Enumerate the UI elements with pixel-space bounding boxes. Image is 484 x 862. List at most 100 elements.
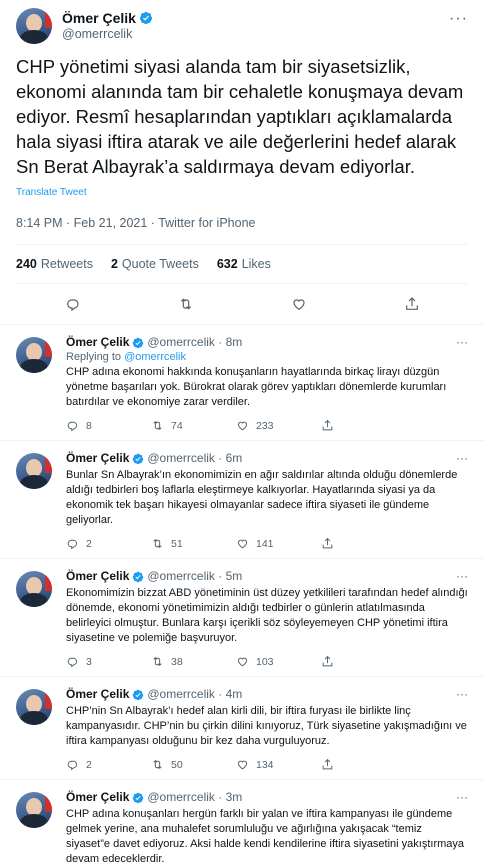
more-icon[interactable]: ··· xyxy=(456,335,468,350)
reply-handle-time[interactable]: @omerrcelik · 8m xyxy=(147,335,242,350)
reply-header: Ömer Çelik @omerrcelik · 6m ··· xyxy=(66,451,468,466)
reply-author-name[interactable]: Ömer Çelik xyxy=(66,451,129,466)
tweet-text: CHP yönetimi siyasi alanda tam bir siyas… xyxy=(16,56,464,177)
reply-actions: 3 38 103 xyxy=(66,655,468,668)
reply-action[interactable]: 2 xyxy=(66,537,151,550)
like-icon xyxy=(236,419,249,432)
avatar[interactable] xyxy=(16,337,52,373)
reply-count: 2 xyxy=(86,758,92,771)
replying-to: Replying to @omerrcelik xyxy=(66,351,468,363)
reply-count: 2 xyxy=(86,537,92,550)
reply-handle-time[interactable]: @omerrcelik · 3m xyxy=(147,790,242,805)
more-icon[interactable]: ··· xyxy=(449,10,468,28)
reply-icon xyxy=(66,537,79,550)
tweet-meta[interactable]: 8:14 PM · Feb 21, 2021 · Twitter for iPh… xyxy=(16,216,468,245)
author-block[interactable]: Ömer Çelik @omerrcelik xyxy=(62,10,153,42)
reply-icon[interactable] xyxy=(65,296,81,312)
reply-body: Ömer Çelik @omerrcelik · 4m ··· CHP’nin … xyxy=(66,687,468,771)
like-action[interactable]: 134 xyxy=(236,758,321,771)
like-icon xyxy=(236,758,249,771)
verified-badge-icon xyxy=(132,571,144,583)
reply-handle-time[interactable]: @omerrcelik · 6m xyxy=(147,451,242,466)
retweets-count: 240 xyxy=(16,257,37,271)
reply-icon xyxy=(66,419,79,432)
avatar[interactable] xyxy=(16,571,52,607)
more-icon[interactable]: ··· xyxy=(456,790,468,805)
reply-author-name[interactable]: Ömer Çelik xyxy=(66,687,129,702)
verified-badge-icon xyxy=(132,337,144,349)
reply-action[interactable]: 3 xyxy=(66,655,151,668)
reply-author-name[interactable]: Ömer Çelik xyxy=(66,569,129,584)
retweet-count: 38 xyxy=(171,655,183,668)
flag-icon xyxy=(45,453,52,473)
share-action[interactable] xyxy=(321,537,406,550)
likes-stat[interactable]: 632 Likes xyxy=(217,257,271,271)
reply-actions: 2 50 134 xyxy=(66,758,468,771)
likes-count: 632 xyxy=(216,257,238,271)
like-action[interactable]: 141 xyxy=(236,537,321,550)
author-name-row: Ömer Çelik xyxy=(62,10,153,27)
reply-tweet[interactable]: Ömer Çelik @omerrcelik · 5m ··· Ekonomim… xyxy=(0,559,484,677)
reply-actions: 8 74 233 xyxy=(66,419,468,432)
quotes-label: Quote Tweets xyxy=(121,257,199,271)
flag-icon xyxy=(45,337,52,357)
retweet-action[interactable]: 51 xyxy=(151,537,236,550)
retweet-count: 50 xyxy=(171,758,183,771)
retweet-action[interactable]: 50 xyxy=(151,758,236,771)
replying-to-handle[interactable]: @omerrcelik xyxy=(124,351,186,363)
replying-to-prefix: Replying to xyxy=(66,351,125,363)
reply-count: 3 xyxy=(86,655,92,668)
reply-icon xyxy=(66,655,79,668)
reply-author-name[interactable]: Ömer Çelik xyxy=(66,335,129,350)
reply-header: Ömer Çelik @omerrcelik · 8m ··· xyxy=(66,335,468,350)
more-icon[interactable]: ··· xyxy=(456,687,468,702)
reply-author-name[interactable]: Ömer Çelik xyxy=(66,790,129,805)
like-action[interactable]: 233 xyxy=(236,419,321,432)
verified-badge-icon xyxy=(132,792,144,804)
share-action[interactable] xyxy=(321,655,406,668)
reply-tweet[interactable]: Ömer Çelik @omerrcelik · 3m ··· CHP adın… xyxy=(0,780,484,862)
share-icon xyxy=(321,655,334,668)
translate-tweet-link[interactable]: Translate Tweet xyxy=(16,187,468,198)
share-action[interactable] xyxy=(321,758,406,771)
retweets-stat[interactable]: 240 Retweets xyxy=(16,257,93,271)
like-icon xyxy=(236,537,249,550)
more-icon[interactable]: ··· xyxy=(456,569,468,584)
retweet-icon[interactable] xyxy=(178,296,194,312)
reply-text: CHP’nin Sn Albayrak’ı hedef alan kirli d… xyxy=(66,705,467,747)
reply-icon xyxy=(66,758,79,771)
share-action[interactable] xyxy=(321,419,406,432)
tweet-stats: 240 Retweets 2 Quote Tweets 632 Likes xyxy=(16,245,468,284)
verified-badge-icon xyxy=(132,689,144,701)
avatar[interactable] xyxy=(16,8,52,44)
avatar[interactable] xyxy=(16,453,52,489)
retweet-icon xyxy=(151,655,164,668)
reply-tweet[interactable]: Ömer Çelik @omerrcelik · 4m ··· CHP’nin … xyxy=(0,677,484,780)
reply-tweet[interactable]: Ömer Çelik @omerrcelik · 6m ··· Bunlar S… xyxy=(0,441,484,559)
verified-badge-icon xyxy=(139,11,153,25)
reply-header: Ömer Çelik @omerrcelik · 3m ··· xyxy=(66,790,468,805)
reply-handle-time[interactable]: @omerrcelik · 4m xyxy=(147,687,242,702)
avatar[interactable] xyxy=(16,689,52,725)
tweet-actions xyxy=(16,284,468,324)
more-icon[interactable]: ··· xyxy=(456,451,468,466)
like-count: 134 xyxy=(256,758,274,771)
retweet-count: 51 xyxy=(171,537,183,550)
like-action[interactable]: 103 xyxy=(236,655,321,668)
reply-text: Ekonomimizin bizzat ABD yönetiminin üst … xyxy=(66,587,468,644)
quotes-stat[interactable]: 2 Quote Tweets xyxy=(111,257,199,271)
share-icon[interactable] xyxy=(404,296,420,312)
reply-body: Ömer Çelik @omerrcelik · 3m ··· CHP adın… xyxy=(66,790,468,862)
reply-action[interactable]: 2 xyxy=(66,758,151,771)
reply-handle-time[interactable]: @omerrcelik · 5m xyxy=(147,569,242,584)
like-icon[interactable] xyxy=(291,296,307,312)
retweet-action[interactable]: 38 xyxy=(151,655,236,668)
likes-label: Likes xyxy=(241,257,271,271)
reply-count: 8 xyxy=(86,419,92,432)
avatar[interactable] xyxy=(16,792,52,828)
flag-icon xyxy=(45,571,52,591)
flag-icon xyxy=(45,689,52,709)
reply-tweet[interactable]: Ömer Çelik @omerrcelik · 8m ··· Replying… xyxy=(0,325,484,441)
reply-action[interactable]: 8 xyxy=(66,419,151,432)
retweet-action[interactable]: 74 xyxy=(151,419,236,432)
